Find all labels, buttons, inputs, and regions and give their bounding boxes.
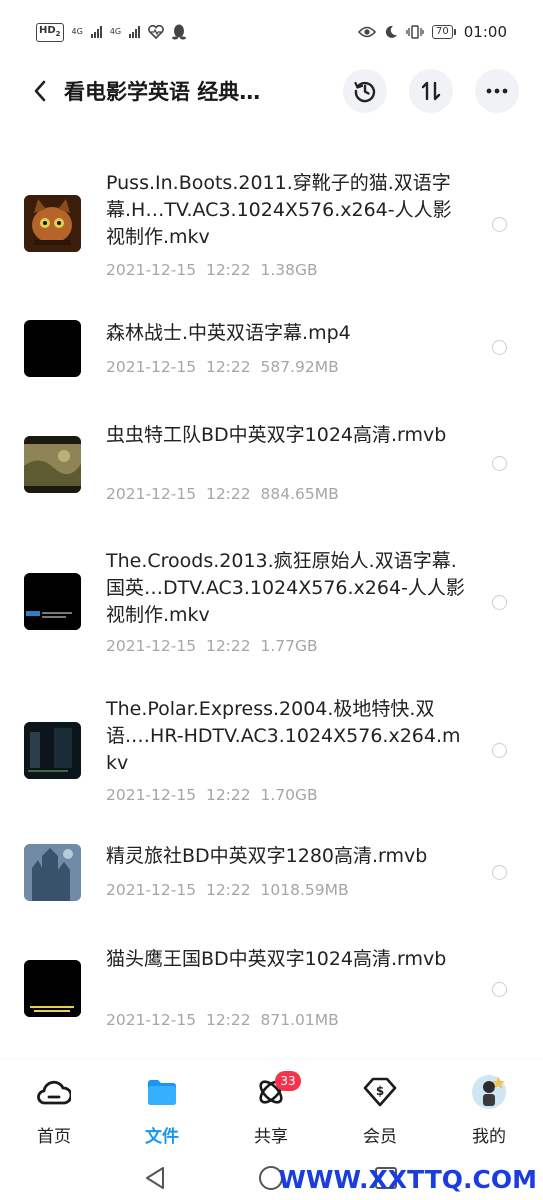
file-name: 虫虫特工队BD中英双字1024高清.rmvb [106, 424, 447, 446]
hotel-thumbnail-art [24, 844, 81, 901]
video-thumbnail [24, 573, 81, 630]
video-thumbnail [24, 436, 81, 493]
file-name: The.Croods.2013.疯狂原始人.双语字幕.国英…DTV.AC3.10… [106, 550, 465, 626]
select-radio[interactable] [492, 340, 507, 355]
file-row-puss-in-boots[interactable]: Puss.In.Boots.2011.穿靴子的猫.双语字幕.H…TV.AC3.1… [0, 166, 543, 296]
signal-icon-2 [129, 26, 141, 38]
file-name: 森林战士.中英双语字幕.mp4 [106, 322, 351, 344]
hd-indicator: HD2 [36, 22, 64, 42]
qq-icon [172, 24, 187, 40]
owl-thumbnail-art [24, 960, 81, 1017]
status-time: 01:00 [463, 23, 507, 41]
file-name: 猫头鹰王国BD中英双字1024高清.rmvb [106, 948, 447, 970]
file-row-the-croods[interactable]: The.Croods.2013.疯狂原始人.双语字幕.国英…DTV.AC3.10… [0, 546, 543, 676]
sort-icon [421, 81, 441, 101]
select-radio[interactable] [492, 743, 507, 758]
select-radio[interactable] [492, 595, 507, 610]
file-row-polar-express[interactable]: The.Polar.Express.2004.极地特快.双语.…HR-HDTV.… [0, 696, 543, 826]
file-meta: 2021-12-15 12:22 871.01MB [106, 1011, 339, 1029]
back-button[interactable] [20, 71, 60, 111]
video-thumbnail [24, 195, 81, 252]
signal-icon [90, 26, 102, 38]
header-actions [343, 69, 519, 113]
nav-back-button[interactable] [137, 1160, 173, 1196]
status-left: HD2 4G 4G [36, 22, 187, 42]
croods-thumbnail-art [24, 573, 81, 630]
video-thumbnail [24, 960, 81, 1017]
file-meta: 2021-12-15 12:22 884.65MB [106, 485, 339, 503]
bugs-thumbnail-art [24, 436, 81, 493]
watermark-text: WWW.XXTTQ.COM [278, 1165, 537, 1194]
network-type-2: 4G [109, 27, 122, 36]
video-thumbnail [24, 844, 81, 901]
network-type-1: 4G [71, 27, 83, 36]
polar-thumbnail-art [24, 722, 81, 779]
file-meta: 2021-12-15 12:22 1.77GB [106, 637, 318, 655]
notification-badge: 33 [275, 1071, 301, 1091]
heart-rate-icon [148, 25, 164, 39]
file-name: The.Polar.Express.2004.极地特快.双语.…HR-HDTV.… [106, 698, 461, 774]
back-icon [34, 80, 46, 102]
select-radio[interactable] [492, 982, 507, 997]
file-meta: 2021-12-15 12:22 1018.59MB [106, 881, 349, 899]
tab-label: 首页 [37, 1127, 71, 1147]
select-radio[interactable] [492, 865, 507, 880]
tab-label: 我的 [472, 1127, 506, 1147]
tab-share[interactable]: 33 共享 [231, 1071, 311, 1147]
status-bar: HD2 4G 4G 70 01:00 [0, 0, 543, 64]
tab-label: 共享 [254, 1127, 288, 1147]
select-radio[interactable] [492, 217, 507, 232]
battery-icon: 70 [432, 25, 456, 39]
tab-me[interactable]: 我的 [449, 1074, 529, 1147]
folder-icon [148, 1080, 176, 1105]
vip-icon: $ [363, 1077, 397, 1107]
history-button[interactable] [343, 69, 387, 113]
status-right: 70 01:00 [358, 23, 507, 41]
nav-back-icon [146, 1167, 164, 1189]
file-meta: 2021-12-15 12:22 1.38GB [106, 261, 318, 279]
video-thumbnail [24, 722, 81, 779]
more-button[interactable] [475, 69, 519, 113]
moon-icon [385, 25, 398, 38]
file-name: 精灵旅社BD中英双字1280高清.rmvb [106, 845, 428, 867]
file-row-forest-warrior[interactable]: 森林战士.中英双语字幕.mp4 2021-12-15 12:22 587.92M… [0, 314, 543, 394]
select-radio[interactable] [492, 456, 507, 471]
top-header: 看电影学英语 经典… [0, 66, 543, 116]
file-name: Puss.In.Boots.2011.穿靴子的猫.双语字幕.H…TV.AC3.1… [106, 172, 452, 248]
more-icon [486, 88, 508, 94]
tab-label: 会员 [363, 1127, 397, 1147]
file-meta: 2021-12-15 12:22 587.92MB [106, 358, 339, 376]
file-row-a-bugs-life[interactable]: 虫虫特工队BD中英双字1024高清.rmvb 2021-12-15 12:22 … [0, 422, 543, 522]
tab-label: 文件 [145, 1127, 179, 1147]
sort-button[interactable] [409, 69, 453, 113]
bottom-tab-bar: 首页 文件 33 共享 $ 会员 我的 [0, 1060, 543, 1154]
avatar-icon [472, 1075, 506, 1109]
tab-home[interactable]: 首页 [14, 1074, 94, 1147]
page-title: 看电影学英语 经典… [64, 80, 261, 104]
svg-text:$: $ [376, 1084, 384, 1098]
tab-vip[interactable]: $ 会员 [340, 1074, 420, 1147]
video-thumbnail [24, 320, 81, 377]
file-meta: 2021-12-15 12:22 1.70GB [106, 786, 318, 804]
cat-thumbnail-art [24, 195, 81, 252]
history-icon [354, 81, 376, 103]
vibrate-icon [406, 25, 424, 39]
file-row-hotel-transylvania[interactable]: 精灵旅社BD中英双字1280高清.rmvb 2021-12-15 12:22 1… [0, 840, 543, 920]
home-icon [37, 1080, 71, 1105]
tab-files[interactable]: 文件 [122, 1074, 202, 1147]
file-row-legend-of-guardians[interactable]: 猫头鹰王国BD中英双字1024高清.rmvb 2021-12-15 12:22 … [0, 946, 543, 1056]
eye-icon [358, 26, 377, 38]
